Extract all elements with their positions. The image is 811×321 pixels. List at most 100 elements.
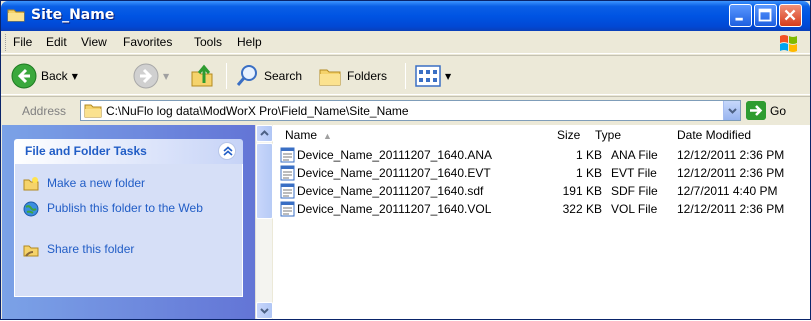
file-type: ANA File [611,148,658,162]
up-folder-button[interactable] [189,60,215,92]
chevron-down-icon [260,308,269,314]
search-button[interactable]: Search [234,60,302,92]
search-label: Search [264,69,303,83]
task-pane: File and Folder Tasks Make a new folder [2,125,255,319]
chevron-up-icon [260,130,269,136]
task-link-label: Share this folder [47,242,135,256]
collapse-button[interactable] [218,142,236,160]
folders-icon [319,69,341,86]
file-date: 12/7/2011 4:40 PM [677,184,778,198]
up-folder-icon [191,64,213,87]
task-share-folder[interactable]: Share this folder [23,242,227,258]
column-header-name[interactable]: Name ▲ [285,128,332,142]
file-row[interactable]: Device_Name_20111207_1640.ANA 1 KB ANA F… [273,146,810,164]
menu-favorites[interactable]: Favorites [123,35,172,49]
file-row[interactable]: Device_Name_20111207_1640.VOL 322 KB VOL… [273,200,810,218]
file-size: 1 KB [575,166,602,180]
folder-icon [84,104,102,118]
menu-tools[interactable]: Tools [194,35,222,49]
chevron-down-icon [728,108,737,114]
menu-edit[interactable]: Edit [46,35,67,49]
minimize-icon [735,17,743,21]
forward-button[interactable]: ▼ [133,60,169,92]
file-icon [280,165,295,181]
address-label: Address [22,104,67,118]
folders-button[interactable]: Folders [317,60,387,92]
address-dropdown-button[interactable] [723,101,740,120]
sort-ascending-icon: ▲ [323,131,332,141]
column-header-size[interactable]: Size [557,128,580,142]
task-link-label: Publish this folder to the Web [47,201,203,215]
views-dropdown-icon[interactable]: ▼ [445,72,451,81]
address-field[interactable]: C:\NuFlo log data\ModWorX Pro\Field_Name… [80,100,741,121]
maximize-icon [758,8,772,22]
file-name: Device_Name_20111207_1640.EVT [297,166,491,180]
file-icon [280,201,295,217]
task-panel-header[interactable]: File and Folder Tasks [14,139,243,164]
scroll-up-button[interactable] [256,125,273,142]
go-button[interactable]: Go [746,100,786,121]
close-button[interactable] [779,4,802,27]
search-icon [236,65,257,86]
file-type: EVT File [611,166,657,180]
toolbar-separator [226,63,227,89]
minimize-button[interactable] [729,4,752,27]
address-bar: Address C:\NuFlo log data\ModWorX Pro\Fi… [1,96,810,124]
new-folder-icon [23,177,39,191]
menu-grip [5,34,8,51]
back-arrow-icon [11,63,37,89]
menu-help[interactable]: Help [237,35,262,49]
explorer-window: Site_Name File Edit View Favorites Tools… [0,0,811,320]
task-panel-title: File and Folder Tasks [25,144,147,158]
file-date: 12/12/2011 2:36 PM [677,202,785,216]
file-icon [280,147,295,163]
scroll-thumb[interactable] [256,143,273,219]
column-header-type[interactable]: Type [595,128,621,142]
column-header-date[interactable]: Date Modified [677,128,751,142]
file-list: Name ▲ Size Type Date Modified Device_Nam… [273,125,810,319]
windows-logo-icon [780,35,797,52]
file-size: 322 KB [562,202,602,216]
back-label: Back [41,69,68,83]
views-button[interactable]: ▼ [415,60,451,92]
toolbar: Back ▼ ▼ Search Folders ▼ [1,55,810,95]
back-dropdown-icon[interactable]: ▼ [72,72,78,81]
folder-icon [7,9,25,22]
file-icon [280,183,295,199]
file-name: Device_Name_20111207_1640.ANA [297,148,493,162]
toolbar-separator [405,63,406,89]
file-type: VOL File [611,202,658,216]
file-type: SDF File [611,184,658,198]
task-link-label: Make a new folder [47,176,146,190]
title-bar[interactable]: Site_Name [1,1,810,31]
file-row[interactable]: Device_Name_20111207_1640.EVT 1 KB EVT F… [273,164,810,182]
forward-dropdown-icon[interactable]: ▼ [163,72,169,81]
menu-file[interactable]: File [13,35,32,49]
file-size: 191 KB [562,184,602,198]
close-icon [784,9,796,21]
menu-bar: File Edit View Favorites Tools Help [1,31,810,54]
share-folder-icon [23,245,39,257]
forward-arrow-icon [133,63,159,89]
vertical-scrollbar[interactable] [255,125,273,319]
folders-label: Folders [347,69,388,83]
task-panel-body: Make a new folder Publish this folder to… [14,164,243,297]
go-arrow-icon [746,101,766,120]
address-path: C:\NuFlo log data\ModWorX Pro\Field_Name… [106,104,409,118]
globe-icon [23,201,39,217]
file-date: 12/12/2011 2:36 PM [677,166,785,180]
task-publish-folder[interactable]: Publish this folder to the Web [23,201,227,217]
file-date: 12/12/2011 2:36 PM [677,148,785,162]
chevron-up-icon [223,146,233,156]
task-make-new-folder[interactable]: Make a new folder [23,176,227,192]
back-button[interactable]: Back ▼ [11,60,78,92]
scroll-down-button[interactable] [256,302,273,319]
maximize-button[interactable] [754,4,777,27]
go-label: Go [770,103,787,118]
views-icon [415,65,441,87]
file-folder-tasks-panel: File and Folder Tasks Make a new folder [14,139,243,297]
file-row[interactable]: Device_Name_20111207_1640.sdf 191 KB SDF… [273,182,810,200]
menu-view[interactable]: View [81,35,107,49]
file-size: 1 KB [575,148,602,162]
file-name: Device_Name_20111207_1640.sdf [297,184,484,198]
